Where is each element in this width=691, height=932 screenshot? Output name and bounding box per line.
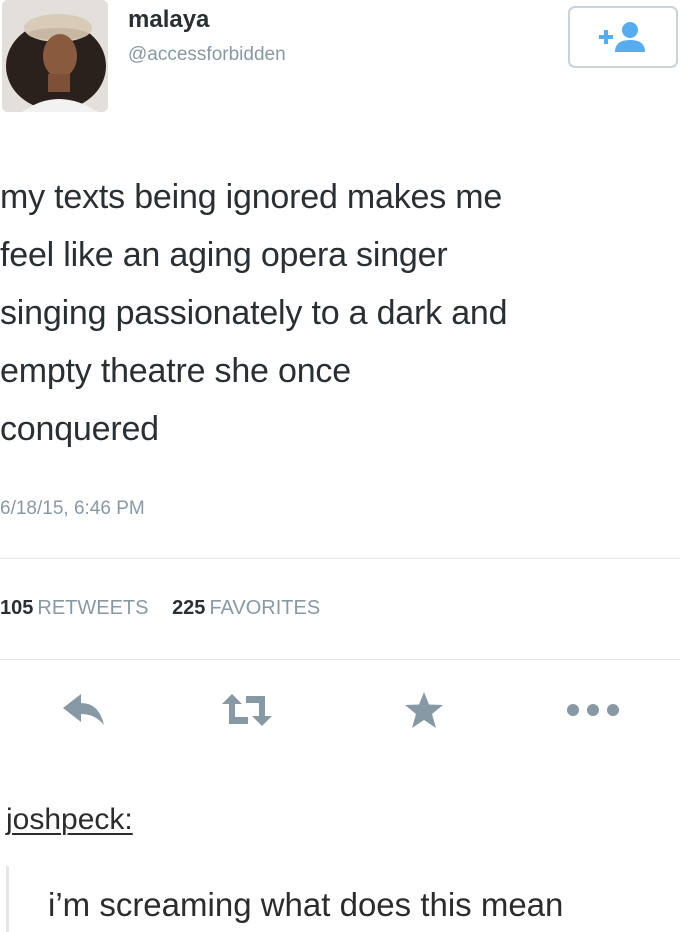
tweet-text-line: empty theatre she once bbox=[0, 352, 351, 390]
star-icon bbox=[405, 692, 443, 728]
tweet-stats: 105 RETWEETS 225 FAVORITES bbox=[0, 597, 338, 620]
divider bbox=[0, 659, 680, 660]
favorite-count[interactable]: 225 bbox=[172, 597, 205, 619]
retweet-count[interactable]: 105 bbox=[0, 597, 33, 619]
follow-button[interactable] bbox=[568, 6, 678, 68]
add-user-icon bbox=[599, 22, 645, 52]
divider bbox=[0, 558, 680, 559]
more-button[interactable] bbox=[560, 690, 626, 730]
favorite-label[interactable]: FAVORITES bbox=[209, 597, 320, 619]
display-name[interactable]: malaya bbox=[128, 6, 209, 34]
reply-button[interactable] bbox=[58, 690, 110, 730]
quote-bar bbox=[6, 866, 9, 932]
retweet-button[interactable] bbox=[218, 690, 276, 730]
more-dots-icon bbox=[567, 704, 619, 716]
retweet-label[interactable]: RETWEETS bbox=[37, 597, 148, 619]
tweet-text: my texts being ignored makes me feel lik… bbox=[0, 168, 686, 458]
tweet-timestamp[interactable]: 6/18/15, 6:46 PM bbox=[0, 498, 145, 520]
tweet-text-line: my texts being ignored makes me bbox=[0, 178, 503, 216]
avatar-photo bbox=[2, 0, 108, 112]
retweet-icon bbox=[222, 694, 272, 726]
favorite-button[interactable] bbox=[402, 690, 446, 730]
comment-author-link[interactable]: joshpeck: bbox=[6, 803, 133, 837]
tweet-text-line: feel like an aging opera singer bbox=[0, 236, 448, 274]
avatar[interactable] bbox=[2, 0, 108, 112]
tweet-text-line: singing passionately to a dark and bbox=[0, 294, 508, 332]
comment-text: i’m screaming what does this mean bbox=[48, 886, 564, 923]
tweet-text-line: conquered bbox=[0, 410, 159, 448]
reply-icon bbox=[63, 694, 104, 725]
user-handle[interactable]: @accessforbidden bbox=[128, 44, 286, 66]
